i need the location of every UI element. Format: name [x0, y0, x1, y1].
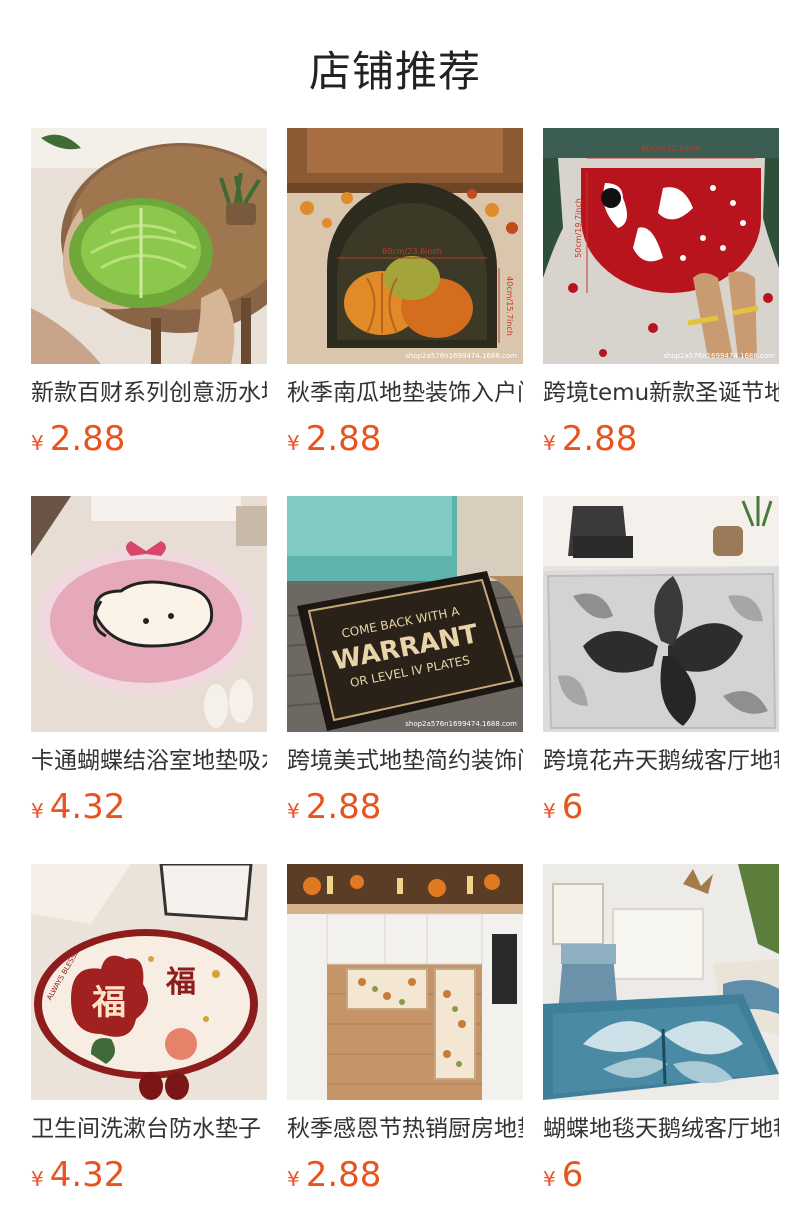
- currency-symbol: ¥: [543, 1167, 556, 1191]
- price-value: 6: [561, 1155, 584, 1195]
- watermark: shop2a576n1699474.1688.com: [405, 720, 517, 728]
- currency-symbol: ¥: [543, 431, 556, 455]
- watermark: shop2a576n1699474.1688.com: [663, 352, 775, 360]
- puppy-mat-image[interactable]: [31, 496, 267, 732]
- product-price: ¥6: [543, 787, 779, 827]
- price-value: 4.32: [49, 1155, 126, 1195]
- product-name[interactable]: 跨境美式地垫简约装饰门垫: [287, 747, 523, 775]
- product-name[interactable]: 卡通蝴蝶结浴室地垫吸水: [31, 747, 267, 775]
- dimension-label: 50cm/19.7inch: [574, 198, 583, 258]
- dimension-label: 80cm/31.5inch: [641, 144, 701, 153]
- currency-symbol: ¥: [31, 431, 44, 455]
- product-card[interactable]: 新款百财系列创意沥水地垫 ¥2.88: [31, 128, 267, 459]
- watermark: shop2a576n1699474.1688.com: [405, 352, 517, 360]
- price-value: 4.32: [49, 787, 126, 827]
- pumpkin-mat-image[interactable]: 60cm/23.6inch 40cm/15.7inch shop2a576n16…: [287, 128, 523, 364]
- currency-symbol: ¥: [31, 799, 44, 823]
- butterfly-rug-image[interactable]: [543, 864, 779, 1100]
- price-value: 2.88: [49, 419, 126, 459]
- currency-symbol: ¥: [31, 1167, 44, 1191]
- product-card[interactable]: 卡通蝴蝶结浴室地垫吸水 ¥4.32: [31, 496, 267, 827]
- kitchen-mat-image[interactable]: [287, 864, 523, 1100]
- product-price: ¥4.32: [31, 1155, 267, 1195]
- warrant-mat-image[interactable]: COME BACK WITH A WARRANT OR LEVEL IV PLA…: [287, 496, 523, 732]
- product-price: ¥6: [543, 1155, 779, 1195]
- mat-character: 福: [165, 965, 196, 1000]
- product-card[interactable]: 跨境花卉天鹅绒客厅地毯 ¥6: [543, 496, 779, 827]
- product-card[interactable]: 60cm/23.6inch 40cm/15.7inch shop2a576n16…: [287, 128, 523, 459]
- product-price: ¥2.88: [543, 419, 779, 459]
- product-name[interactable]: 新款百财系列创意沥水地垫: [31, 379, 267, 407]
- currency-symbol: ¥: [287, 431, 300, 455]
- dimension-label: 60cm/23.6inch: [382, 247, 442, 256]
- product-price: ¥2.88: [31, 419, 267, 459]
- product-card[interactable]: 80cm/31.5inch 50cm/19.7inch shop2a576n16…: [543, 128, 779, 459]
- currency-symbol: ¥: [287, 1167, 300, 1191]
- product-card[interactable]: 秋季感恩节热销厨房地垫 ¥2.88: [287, 864, 523, 1195]
- price-value: 6: [561, 787, 584, 827]
- price-value: 2.88: [305, 787, 382, 827]
- product-price: ¥2.88: [287, 1155, 523, 1195]
- product-name[interactable]: 秋季感恩节热销厨房地垫: [287, 1115, 523, 1143]
- price-value: 2.88: [561, 419, 638, 459]
- product-name[interactable]: 秋季南瓜地垫装饰入户门垫: [287, 379, 523, 407]
- page-title: 店铺推荐: [308, 47, 481, 96]
- currency-symbol: ¥: [543, 799, 556, 823]
- dimension-label: 40cm/15.7inch: [505, 276, 514, 336]
- price-value: 2.88: [305, 419, 382, 459]
- product-price: ¥2.88: [287, 419, 523, 459]
- product-card[interactable]: COME BACK WITH A WARRANT OR LEVEL IV PLA…: [287, 496, 523, 827]
- fu-mat-image[interactable]: 福 福 ALWAYS BLESSED: [31, 864, 267, 1100]
- product-price: ¥2.88: [287, 787, 523, 827]
- product-name[interactable]: 卫生间洗漱台防水垫子: [31, 1115, 267, 1143]
- product-card[interactable]: 福 福 ALWAYS BLESSED 卫生间洗漱台防水垫子 ¥4.32: [31, 864, 267, 1195]
- flower-rug-image[interactable]: [543, 496, 779, 732]
- mat-character: 福: [91, 983, 126, 1023]
- product-card[interactable]: 蝴蝶地毯天鹅绒客厅地毯 ¥6: [543, 864, 779, 1195]
- product-name[interactable]: 蝴蝶地毯天鹅绒客厅地毯: [543, 1115, 779, 1143]
- christmas-mat-image[interactable]: 80cm/31.5inch 50cm/19.7inch shop2a576n16…: [543, 128, 779, 364]
- product-price: ¥4.32: [31, 787, 267, 827]
- price-value: 2.88: [305, 1155, 382, 1195]
- product-name[interactable]: 跨境temu新款圣诞节地垫: [543, 379, 779, 407]
- cabbage-mat-image[interactable]: [31, 128, 267, 364]
- currency-symbol: ¥: [287, 799, 300, 823]
- product-name[interactable]: 跨境花卉天鹅绒客厅地毯: [543, 747, 779, 775]
